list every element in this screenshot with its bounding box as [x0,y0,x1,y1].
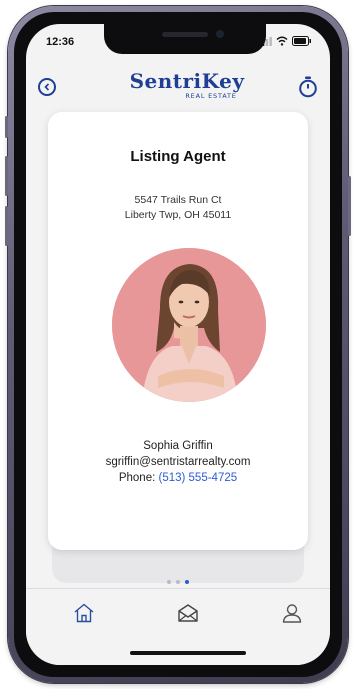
front-camera [216,30,224,38]
wifi-icon [276,36,288,46]
app-header: SentriKey REAL ESTATE [26,58,330,118]
status-time: 12:36 [46,36,75,48]
volume-down-button [5,206,8,246]
agent-photo [112,248,266,402]
tab-profile[interactable] [280,601,304,625]
stopwatch-icon [299,76,317,98]
address-line-1: 5547 Trails Run Ct [134,194,222,206]
agent-email: sgriffin@sentristarrealty.com [105,456,251,468]
status-icons [258,36,312,46]
speaker-grille [162,32,208,37]
phone-frame: 12:36 SentriKey REAL ESTATE Listing Agen… [5,6,351,683]
page-dot-active[interactable] [185,580,189,584]
home-icon [74,603,94,623]
timer-button[interactable] [298,76,318,102]
mail-icon [178,604,198,622]
mute-switch [5,116,8,138]
card-title: Listing Agent [130,148,226,165]
chevron-left-icon [44,83,50,91]
app-screen: 12:36 SentriKey REAL ESTATE Listing Agen… [26,24,330,665]
page-dot[interactable] [167,580,171,584]
phone-link[interactable]: (513) 555-4725 [159,472,238,484]
volume-up-button [5,156,8,196]
profile-icon [282,604,302,623]
agent-portrait [112,248,266,402]
address-line-2: Liberty Twp, OH 45011 [124,209,232,221]
back-button[interactable] [38,78,56,96]
agent-name: Sophia Griffin [143,440,213,452]
agent-phone: Phone: (513) 555-4725 [48,472,308,484]
listing-agent-card: Listing Agent 5547 Trails Run Ct Liberty… [48,112,308,550]
brand-name: SentriKey [129,69,245,93]
phone-bezel: 12:36 SentriKey REAL ESTATE Listing Agen… [14,12,342,677]
tab-home[interactable] [72,601,96,625]
tab-bar [26,588,330,665]
page-indicator [26,580,330,584]
phone-notch [104,24,266,54]
phone-label: Phone: [118,472,156,484]
power-button [348,176,351,236]
tab-mail[interactable] [176,601,200,625]
brand-subtitle: REAL ESTATE [185,92,237,100]
page-dot[interactable] [176,580,180,584]
battery-icon [292,36,311,46]
brand-logo: SentriKey REAL ESTATE [122,70,252,100]
home-indicator[interactable] [130,651,246,655]
